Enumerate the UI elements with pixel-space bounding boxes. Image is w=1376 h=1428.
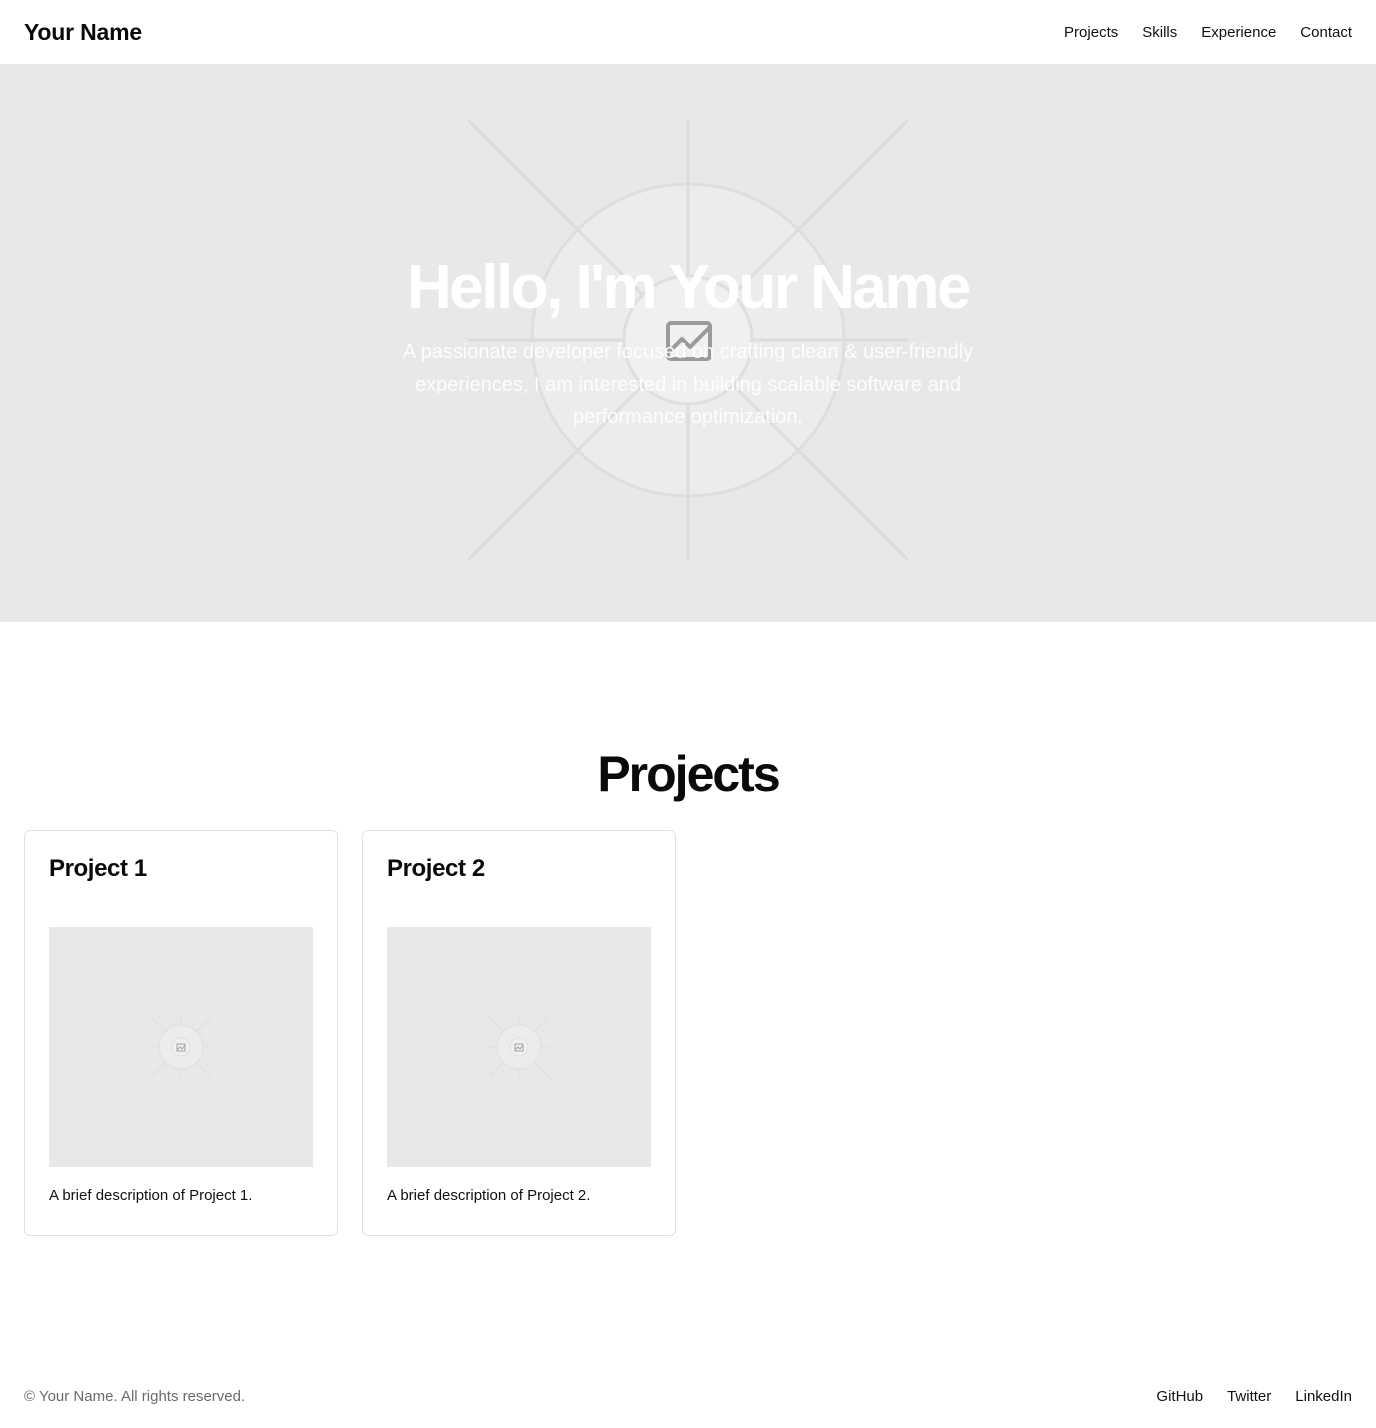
hero-section: Hello, I'm Your Name A passionate develo… — [0, 64, 1376, 622]
nav-projects[interactable]: Projects — [1064, 24, 1118, 41]
project-image — [387, 927, 651, 1167]
nav-experience[interactable]: Experience — [1201, 24, 1276, 41]
hero-subtitle: A passionate developer focused on crafti… — [402, 341, 974, 428]
footer-links: GitHub Twitter LinkedIn — [1156, 1388, 1352, 1405]
project-title: Project 2 — [387, 855, 485, 882]
site-footer: © Your Name. All rights reserved. GitHub… — [0, 1380, 1376, 1412]
project-description: A brief description of Project 2. — [387, 1187, 591, 1204]
nav-skills[interactable]: Skills — [1142, 24, 1177, 41]
project-description: A brief description of Project 1. — [49, 1187, 253, 1204]
project-image — [49, 927, 313, 1167]
footer-link-linkedin[interactable]: LinkedIn — [1295, 1388, 1352, 1405]
image-placeholder-icon — [489, 1017, 549, 1077]
projects-grid: Project 1 A brief description of Project… — [24, 830, 676, 1236]
brand-logo[interactable]: Your Name — [24, 19, 142, 46]
footer-link-twitter[interactable]: Twitter — [1227, 1388, 1271, 1405]
project-card-1[interactable]: Project 1 A brief description of Project… — [24, 830, 338, 1236]
nav-contact[interactable]: Contact — [1300, 24, 1352, 41]
hero-content: Hello, I'm Your Name A passionate develo… — [0, 254, 1376, 434]
footer-link-github[interactable]: GitHub — [1156, 1388, 1203, 1405]
copyright-text: © Your Name. All rights reserved. — [24, 1387, 246, 1405]
project-title: Project 1 — [49, 855, 147, 882]
main-nav: Projects Skills Experience Contact — [1064, 24, 1352, 41]
site-header: Your Name Projects Skills Experience Con… — [0, 0, 1376, 64]
hero-title: Hello, I'm Your Name — [407, 253, 971, 322]
projects-heading: Projects — [597, 746, 780, 802]
project-card-2[interactable]: Project 2 A brief description of Project… — [362, 830, 676, 1236]
image-placeholder-icon — [151, 1017, 211, 1077]
